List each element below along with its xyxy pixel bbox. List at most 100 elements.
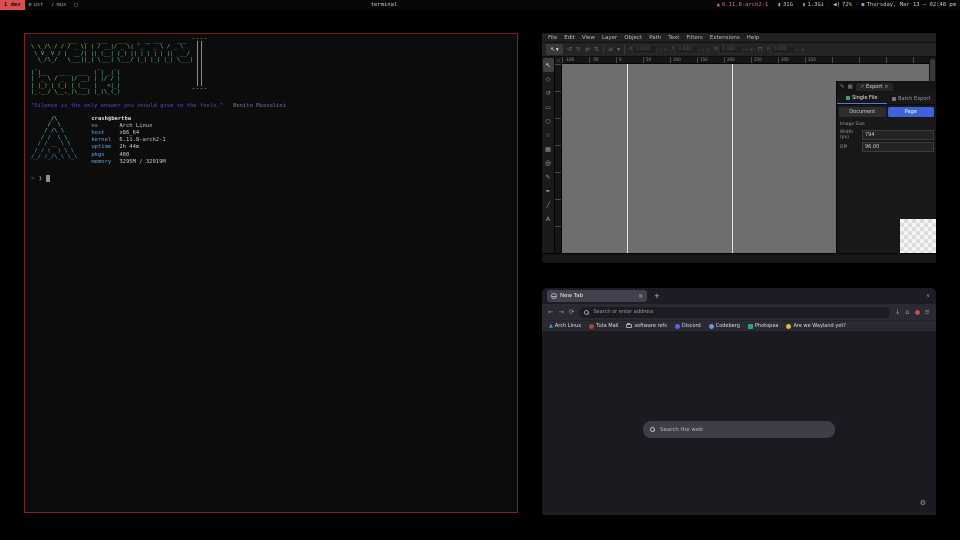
ruler-label: 250 (754, 57, 762, 62)
tab-single-file[interactable]: Single File (837, 93, 887, 104)
menu-extensions[interactable]: Extensions (710, 35, 740, 41)
width-label: Width (px) (840, 130, 860, 140)
ruler-label: 350 (808, 57, 816, 62)
node-tool[interactable]: ◇ (543, 72, 554, 86)
stepper-plus[interactable]: + (749, 47, 753, 53)
arch-logo-ascii: /\ / \ / /\ \ / / \ \ / / __ \ \ / / ( )… (31, 116, 77, 166)
stepper-plus[interactable]: + (801, 47, 805, 53)
extension-icon[interactable] (915, 310, 920, 315)
ellipse-tool[interactable]: ○ (543, 114, 554, 128)
star-tool[interactable]: ☆ (543, 128, 554, 142)
text-tool[interactable]: A (543, 212, 554, 226)
flip-vertical-icon[interactable]: ⇅ (594, 46, 599, 53)
field-w[interactable]: W0.000−+ (714, 45, 754, 54)
back-icon[interactable]: ← (548, 308, 553, 316)
field-y[interactable]: Y0.000−+ (672, 45, 710, 54)
inkscape-window[interactable]: File Edit View Layer Object Path Text Filters Ex… (542, 33, 936, 263)
reload-icon[interactable]: ⟳ (569, 308, 574, 316)
tab-new-tab[interactable]: New Tab × (547, 290, 647, 302)
workspace-item-0[interactable]: 1 dev (0, 0, 25, 10)
menu-edit[interactable]: Edit (564, 35, 575, 41)
account-icon[interactable]: ⌂ (905, 308, 909, 316)
bookmark-item-3[interactable]: Discord (675, 323, 701, 329)
firefox-nav-bar: ← → ⟳ Search or enter address ↓ ⌂ ≡ (542, 304, 936, 320)
selector-tool[interactable]: ↖ (543, 58, 554, 72)
raise-lower-icon[interactable]: ≡ (608, 46, 613, 53)
batch-export-icon (892, 97, 896, 101)
disk-icon: ▮ (778, 2, 781, 8)
rotate-ccw-icon[interactable]: ↺ (567, 46, 572, 53)
gear-icon[interactable]: ⚙ (920, 499, 926, 507)
shape-builder-tool[interactable]: ↺ (543, 86, 554, 100)
workspace-item-3[interactable]: □ (70, 0, 81, 10)
bookmark-item-2[interactable]: software refs (626, 323, 666, 329)
separator: · (796, 2, 799, 8)
forward-icon[interactable]: → (558, 308, 563, 316)
workspace-item-2[interactable]: ♪mux (48, 0, 71, 10)
downloads-icon[interactable]: ↓ (895, 308, 900, 316)
grid-dock-icon[interactable]: ▦ (848, 84, 853, 90)
ruler-label: 100 (673, 57, 681, 62)
menu-text[interactable]: Text (668, 35, 679, 41)
tab-batch-export[interactable]: Batch Export (887, 93, 937, 104)
lock-ratio-icon[interactable]: ⊓ (758, 46, 763, 53)
pen-tool[interactable]: ✒ (543, 184, 554, 198)
vertical-guide[interactable] (732, 64, 733, 253)
rectangle-tool[interactable]: ▭ (543, 100, 554, 114)
close-tab-icon[interactable]: × (638, 293, 643, 300)
bookmark-favicon (709, 324, 714, 329)
box-tool[interactable]: ▦ (543, 142, 554, 156)
flip-horizontal-icon[interactable]: ⇄ (585, 46, 590, 53)
menu-object[interactable]: Object (624, 35, 642, 41)
menu-help[interactable]: Help (747, 35, 760, 41)
new-tab-button[interactable]: + (654, 292, 660, 300)
menu-filters[interactable]: Filters (686, 35, 703, 41)
page-button[interactable]: Page (888, 107, 935, 117)
system-fetch: /\ / \ / /\ \ / / \ \ / / __ \ \ / / ( )… (31, 116, 511, 166)
bookmark-item-6[interactable]: Are we Wayland yet? (786, 323, 845, 329)
firefox-window[interactable]: New Tab × + ∨ ← → ⟳ Search or enter addr… (542, 288, 936, 515)
rotate-cw-icon[interactable]: ↻ (576, 46, 581, 53)
calligraphy-tool[interactable]: ╱ (543, 198, 554, 212)
url-bar[interactable]: Search or enter address (579, 307, 890, 318)
edit-dock-icon[interactable]: ✎ (840, 84, 845, 90)
folder-icon (626, 324, 632, 328)
field-h[interactable]: H0.000−+ (766, 45, 805, 54)
menu-file[interactable]: File (548, 35, 557, 41)
bookmark-item-4[interactable]: Codeberg (709, 323, 740, 329)
ruler-lock-icon[interactable]: ⊓ (555, 57, 562, 64)
bookmark-item-1[interactable]: Tuta Mail (589, 323, 618, 329)
vertical-ruler (555, 64, 562, 253)
stepper-minus[interactable]: − (744, 47, 748, 53)
caret-down-icon[interactable]: ▾ (617, 46, 620, 53)
workspace-item-1[interactable]: ⚙ust (25, 0, 48, 10)
menu-view[interactable]: View (582, 35, 595, 41)
fetch-value: x86_64 (119, 130, 139, 136)
export-dock-tab[interactable]: ↗ Export × (856, 83, 893, 91)
document-button[interactable]: Document (839, 107, 886, 117)
spiral-tool[interactable]: @ (543, 156, 554, 170)
stepper-plus[interactable]: + (663, 47, 667, 53)
close-icon[interactable]: × (884, 84, 888, 90)
stepper-minus[interactable]: − (658, 47, 662, 53)
vertical-guide[interactable] (627, 64, 628, 253)
toolbar-separator (624, 45, 625, 54)
list-all-tabs-icon[interactable]: ∨ (926, 293, 930, 299)
stepper-minus[interactable]: − (700, 47, 704, 53)
selector-mode-button[interactable]: ↖▾ (546, 44, 563, 55)
field-x[interactable]: X0.000−+ (629, 45, 668, 54)
bookmark-item-5[interactable]: Photopea (748, 323, 779, 329)
terminal-window[interactable]: ___ _ ___ ___ _ __ ___ ___ \ \ /\ / / / … (24, 33, 518, 513)
pencil-tool[interactable]: ✎ (543, 170, 554, 184)
width-input[interactable]: 794 (862, 130, 934, 140)
shell-prompt[interactable]: ~ ❯ (31, 175, 511, 182)
menu-icon[interactable]: ≡ (925, 308, 930, 316)
menu-layer[interactable]: Layer (602, 35, 617, 41)
dpi-input[interactable]: 96.00 (862, 142, 934, 152)
stepper-plus[interactable]: + (706, 47, 710, 53)
stepper-minus[interactable]: − (796, 47, 800, 53)
menu-path[interactable]: Path (649, 35, 661, 41)
bookmark-item-0[interactable]: ▲Arch Linux (549, 323, 581, 329)
web-search-box[interactable]: Search the web (643, 421, 835, 438)
art-accent-bottom: ---- (192, 86, 208, 92)
